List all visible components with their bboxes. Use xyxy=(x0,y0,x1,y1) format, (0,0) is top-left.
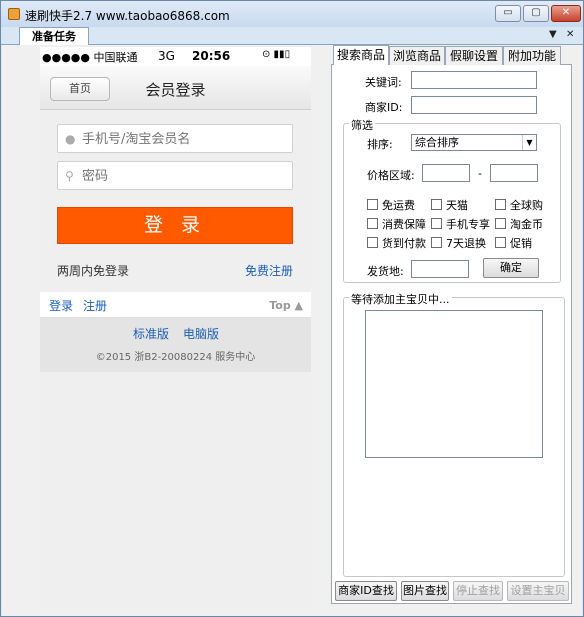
chevron-down-icon[interactable]: ▼ xyxy=(522,135,536,150)
tab-extra-features[interactable]: 附加功能 xyxy=(503,46,561,65)
confirm-button[interactable]: 确定 xyxy=(483,258,539,278)
user-icon: ● xyxy=(65,132,76,146)
price-min-input[interactable] xyxy=(422,164,470,182)
checkbox-cod[interactable]: 货到付款 xyxy=(367,235,426,251)
tab-browse-goods[interactable]: 浏览商品 xyxy=(389,46,445,65)
lock-icon: ⚲ xyxy=(65,169,74,183)
remember-login-label[interactable]: 两周内免登录 xyxy=(57,262,129,279)
checkbox-tmall[interactable]: 天猫 xyxy=(431,197,468,213)
login-button[interactable]: 登 录 xyxy=(57,207,293,244)
standard-version-link[interactable]: 标准版 xyxy=(133,325,169,342)
back-to-top-link[interactable]: Top ▲ xyxy=(269,299,303,312)
set-main-item-button[interactable]: 设置主宝贝 xyxy=(507,581,569,601)
title-bar: 速刷快手2.7 www.taobao6868.com ▭ ▢ ✕ xyxy=(1,1,583,27)
checkbox-promotion[interactable]: 促销 xyxy=(495,235,532,251)
main-item-listbox[interactable] xyxy=(365,310,543,458)
phone-blank-area xyxy=(40,372,311,607)
window-title: 速刷快手2.7 www.taobao6868.com xyxy=(25,9,230,23)
app-icon xyxy=(8,8,20,20)
checkbox-taojinbi[interactable]: 淘金币 xyxy=(495,216,543,232)
price-dash: - xyxy=(478,167,482,180)
ship-from-label: 发货地: xyxy=(367,265,404,278)
clock-label: 20:56 xyxy=(192,49,231,63)
close-button[interactable]: ✕ xyxy=(551,5,581,22)
shopid-search-button[interactable]: 商家ID查找 xyxy=(335,581,397,601)
mobile-browser: ●●●●● 中国联通 3G 20:56 ⊙ ▮▮▯ 首页 会员登录 ● 手机号/… xyxy=(40,47,311,607)
sort-label: 排序: xyxy=(367,138,393,151)
maximize-button[interactable]: ▢ xyxy=(523,5,549,22)
checkbox-consumer-protect[interactable]: 消费保障 xyxy=(367,216,426,232)
battery-icon: ⊙ ▮▮▯ xyxy=(262,49,291,60)
tab-prepare-task[interactable]: 准备任务 xyxy=(19,27,89,46)
price-max-input[interactable] xyxy=(490,164,538,182)
price-range-label: 价格区域: xyxy=(367,169,415,182)
phone-nav-bar: 首页 会员登录 xyxy=(40,66,311,110)
checkbox-free-shipping[interactable]: 免运费 xyxy=(367,197,415,213)
password-field[interactable]: ⚲ xyxy=(57,161,293,190)
shopid-input[interactable] xyxy=(411,96,537,114)
checkbox-mobile-only[interactable]: 手机专享 xyxy=(431,216,490,232)
shopid-label: 商家ID: xyxy=(365,101,403,114)
footer-nav-bar: 登录 注册 Top ▲ xyxy=(40,292,311,318)
sort-select-value: 综合排序 xyxy=(415,136,459,149)
filter-group-label: 筛选 xyxy=(349,117,375,133)
free-register-link[interactable]: 免费注册 xyxy=(245,262,293,279)
username-field[interactable]: ● xyxy=(57,124,293,153)
footer-login-link[interactable]: 登录 xyxy=(49,297,73,314)
password-input[interactable] xyxy=(82,166,282,186)
checkbox-global[interactable]: 全球购 xyxy=(495,197,543,213)
waiting-group-label: 等待添加主宝贝中... xyxy=(349,291,452,307)
search-goods-panel: 关键词: 商家ID: 筛选 排序: 综合排序 ▼ 价格区域: - 免运费 天猫 … xyxy=(331,65,572,604)
footer-register-link[interactable]: 注册 xyxy=(83,297,107,314)
checkbox-7day-return[interactable]: 7天退换 xyxy=(431,235,486,251)
keyword-input[interactable] xyxy=(411,71,537,89)
stop-search-button[interactable]: 停止查找 xyxy=(453,581,503,601)
footer-area: 标准版 电脑版 ©2015 浙B2-20080224 服务中心 xyxy=(40,318,311,372)
keyword-label: 关键词: xyxy=(365,76,402,89)
tab-dropdown-icon[interactable]: ▼ xyxy=(549,29,557,40)
main-content: ●●●●● 中国联通 3G 20:56 ⊙ ▮▮▯ 首页 会员登录 ● 手机号/… xyxy=(2,45,582,616)
document-tabstrip: 准备任务 ▼ ✕ xyxy=(1,27,583,46)
tab-search-goods[interactable]: 搜索商品 xyxy=(333,45,389,66)
settings-pane: 搜索商品 浏览商品 假聊设置 附加功能 关键词: 商家ID: 筛选 排序: 综合… xyxy=(331,45,572,605)
page-title: 会员登录 xyxy=(145,81,206,99)
phone-status-bar: ●●●●● 中国联通 3G 20:56 ⊙ ▮▮▯ xyxy=(40,47,311,66)
app-window: 速刷快手2.7 www.taobao6868.com ▭ ▢ ✕ 准备任务 ▼ … xyxy=(0,0,584,617)
network-label: 3G xyxy=(158,49,175,63)
ship-from-input[interactable] xyxy=(411,260,469,278)
settings-tabs: 搜索商品 浏览商品 假聊设置 附加功能 xyxy=(331,45,572,66)
sort-select[interactable]: 综合排序 ▼ xyxy=(411,134,537,151)
tab-close-icon[interactable]: ✕ xyxy=(566,29,574,40)
image-search-button[interactable]: 图片查找 xyxy=(401,581,449,601)
username-input[interactable] xyxy=(82,129,282,149)
pc-version-link[interactable]: 电脑版 xyxy=(183,325,219,342)
copyright-text: ©2015 浙B2-20080224 服务中心 xyxy=(95,352,256,363)
carrier-label: ●●●●● 中国联通 xyxy=(42,51,138,64)
minimize-button[interactable]: ▭ xyxy=(495,5,521,22)
tab-fake-chat[interactable]: 假聊设置 xyxy=(445,46,503,65)
